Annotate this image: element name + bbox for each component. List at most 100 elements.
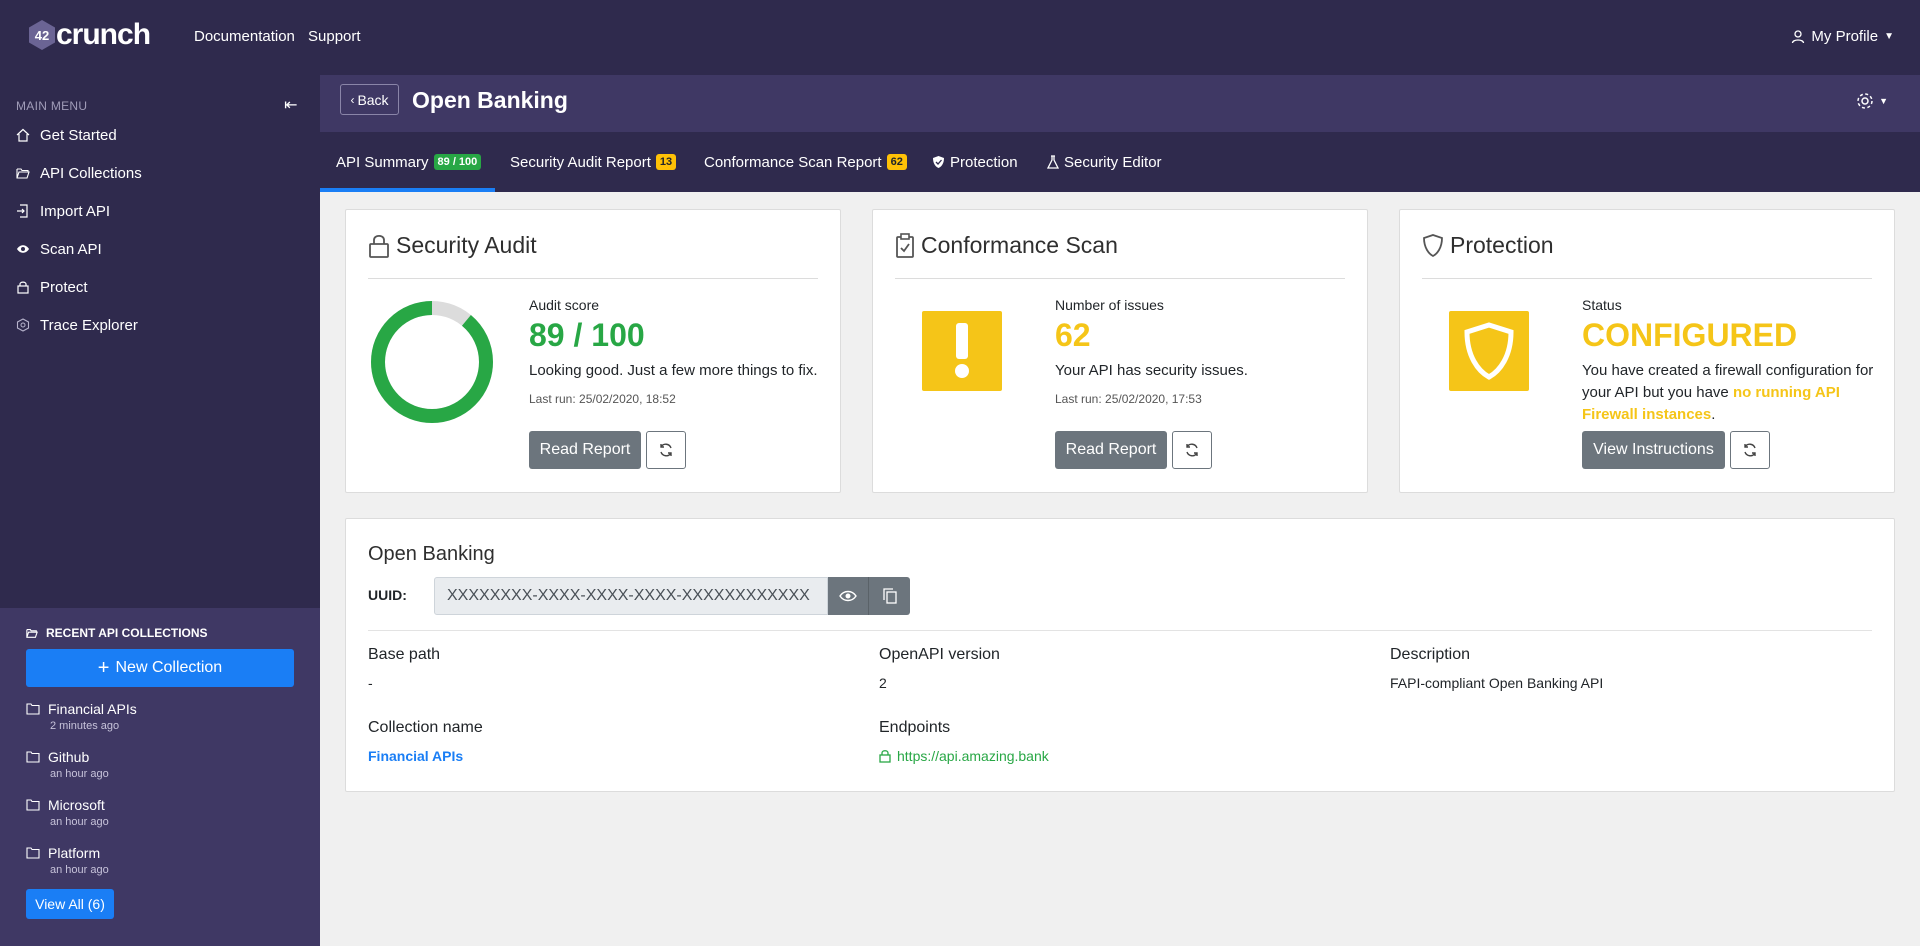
sidebar-item-api-collections[interactable]: API Collections (16, 161, 142, 185)
folder-open-icon (16, 168, 30, 179)
protection-message: You have created a firewall configuratio… (1582, 360, 1882, 426)
read-report-button[interactable]: Read Report (1055, 431, 1167, 469)
sidebar-item-label: Scan API (40, 240, 102, 258)
tab-protection[interactable]: Protection (932, 132, 1018, 192)
scan-last-run: Last run: 25/02/2020, 17:53 (1055, 392, 1202, 406)
collection-name: Financial APIs (48, 701, 137, 717)
audit-last-run: Last run: 25/02/2020, 18:52 (529, 392, 676, 406)
lock-icon (879, 750, 891, 763)
tab-label: API Summary (336, 153, 429, 171)
sidebar-item-scan-api[interactable]: Scan API (16, 237, 102, 261)
collection-time: an hour ago (50, 768, 109, 780)
sidebar-item-label: Import API (40, 202, 111, 220)
card-title: Conformance Scan (895, 232, 1118, 259)
logo[interactable]: 42 crunch (26, 18, 151, 52)
divider (368, 630, 1872, 631)
page-header: ‹ Back Open Banking ▼ (320, 75, 1920, 132)
folder-icon (26, 847, 40, 859)
status-label: Status (1582, 297, 1622, 313)
sidebar-item-get-started[interactable]: Get Started (16, 123, 117, 147)
uuid-field[interactable]: XXXXXXXX-XXXX-XXXX-XXXX-XXXXXXXXXXXX (434, 577, 828, 615)
tab-security-audit-report[interactable]: Security Audit Report 13 (510, 132, 677, 192)
recent-collections-panel: RECENT API COLLECTIONS + New Collection … (0, 608, 320, 946)
back-label: Back (357, 91, 389, 108)
new-collection-button[interactable]: + New Collection (26, 649, 294, 687)
home-icon (16, 128, 30, 142)
list-item[interactable]: Platform an hour ago (26, 845, 109, 876)
refresh-button[interactable] (646, 431, 686, 469)
view-instructions-button[interactable]: View Instructions (1582, 431, 1725, 469)
divider (368, 278, 818, 279)
audit-score-value: 89 / 100 (529, 317, 645, 353)
openapi-version-value: 2 (879, 675, 887, 691)
shield-icon (1464, 322, 1514, 380)
flask-icon (1047, 155, 1059, 169)
shield-icon (1423, 233, 1443, 257)
settings-menu[interactable]: ▼ (1855, 91, 1888, 111)
exclamation-icon (955, 323, 969, 378)
caret-down-icon: ▼ (1879, 96, 1888, 106)
sidebar-item-protect[interactable]: Protect (16, 275, 88, 299)
my-profile-menu[interactable]: My Profile ▼ (1791, 28, 1894, 45)
new-collection-label: New Collection (115, 659, 223, 676)
collection-time: 2 minutes ago (50, 720, 120, 732)
show-uuid-button[interactable] (828, 577, 869, 615)
top-navbar: 42 crunch Documentation Support My Profi… (0, 0, 1920, 75)
list-item[interactable]: Github an hour ago (26, 749, 109, 780)
refresh-button[interactable] (1730, 431, 1770, 469)
collection-name: Platform (48, 845, 101, 861)
documentation-link[interactable]: Documentation (194, 28, 295, 45)
description-value: FAPI-compliant Open Banking API (1390, 675, 1604, 691)
clipboard-check-icon (896, 232, 914, 258)
list-item[interactable]: Financial APIs 2 minutes ago (26, 701, 137, 732)
lock-icon (369, 234, 389, 258)
conformance-scan-card: Conformance Scan Number of issues 62 You… (872, 209, 1368, 493)
collection-name-link[interactable]: Financial APIs (368, 748, 463, 764)
collapse-sidebar-icon[interactable]: ⇤ (284, 95, 297, 115)
card-title: Protection (1422, 232, 1554, 259)
base-path-label: Base path (368, 646, 441, 663)
sidebar-item-import-api[interactable]: Import API (16, 199, 110, 223)
collection-time: an hour ago (50, 864, 109, 876)
main-menu-title: MAIN MENU (16, 99, 88, 113)
copy-uuid-button[interactable] (869, 577, 910, 615)
refresh-icon (1186, 443, 1198, 457)
list-item[interactable]: Microsoft an hour ago (26, 797, 109, 828)
tab-api-summary[interactable]: API Summary 89 / 100 (320, 132, 495, 192)
gear-icon (1857, 93, 1873, 109)
read-report-button[interactable]: Read Report (529, 431, 641, 469)
tab-label: Security Editor (1064, 153, 1162, 171)
issues-badge: 13 (655, 154, 677, 170)
issues-badge: 62 (886, 154, 907, 170)
tab-security-editor[interactable]: Security Editor (1047, 132, 1162, 192)
conformance-scan-title: Conformance Scan (921, 232, 1118, 258)
audit-score-donut (371, 301, 493, 423)
collection-name: Github (48, 749, 90, 765)
security-audit-title: Security Audit (396, 232, 537, 258)
sidebar-item-trace-explorer[interactable]: Trace Explorer (16, 313, 138, 337)
refresh-icon (1744, 443, 1756, 457)
audit-score-label: Audit score (529, 297, 600, 313)
eye-icon (839, 590, 857, 602)
sidebar: MAIN MENU ⇤ Get Started API Collections … (0, 75, 320, 946)
tab-label: Security Audit Report (510, 153, 651, 171)
shield-box (1449, 311, 1529, 391)
tab-conformance-scan-report[interactable]: Conformance Scan Report 62 (704, 132, 907, 192)
collection-name: Microsoft (48, 797, 105, 813)
recent-collections-title: RECENT API COLLECTIONS (26, 626, 208, 640)
endpoint-link[interactable]: https://api.amazing.bank (879, 748, 1049, 764)
refresh-button[interactable] (1172, 431, 1212, 469)
logo-badge-icon: 42 (29, 20, 55, 50)
status-value: CONFIGURED (1582, 317, 1798, 353)
support-link[interactable]: Support (308, 28, 361, 45)
folder-icon (26, 799, 40, 811)
profile-label: My Profile (1811, 28, 1879, 45)
chevron-left-icon: ‹ (350, 92, 355, 107)
back-button[interactable]: ‹ Back (340, 84, 399, 115)
endpoints-label: Endpoints (879, 719, 951, 736)
refresh-icon (660, 443, 672, 457)
trace-icon (16, 318, 30, 332)
sidebar-item-label: Get Started (40, 126, 117, 144)
collection-time: an hour ago (50, 816, 109, 828)
view-all-button[interactable]: View All (6) (26, 889, 114, 919)
